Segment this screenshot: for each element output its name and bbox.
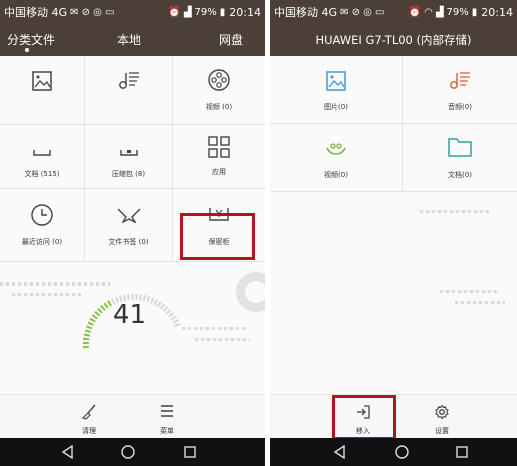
alarm-icon: ⏰ bbox=[408, 6, 422, 18]
menu-button[interactable]: 菜单 bbox=[147, 395, 187, 439]
recent-apps-icon[interactable] bbox=[182, 444, 198, 460]
battery-icon: ▮ bbox=[471, 6, 478, 18]
clean-label: 清理 bbox=[82, 427, 96, 435]
category-recent[interactable]: 最近访问 (0) bbox=[0, 189, 85, 262]
render-artifact bbox=[195, 338, 250, 341]
category-bookmarks[interactable]: 文件书签 (0) bbox=[85, 189, 173, 262]
video-reel-icon bbox=[208, 69, 230, 91]
title-header: HUAWEI G7-TL00 (内部存储) bbox=[270, 24, 517, 56]
tab-local[interactable]: 本地 bbox=[117, 31, 141, 48]
category-label: 图片(0) bbox=[324, 103, 348, 111]
category-audio[interactable]: 音频(0) bbox=[403, 56, 517, 124]
active-tab-indicator bbox=[25, 48, 29, 52]
highlight-box-move-in bbox=[332, 395, 396, 440]
carrier-label: 中国移动 4G bbox=[4, 6, 68, 19]
page-title: HUAWEI G7-TL00 (内部存储) bbox=[315, 33, 472, 47]
battery-percent: 79% bbox=[194, 6, 217, 18]
alarm-icon: ⏰ bbox=[168, 6, 181, 18]
folder-icon bbox=[448, 138, 472, 157]
render-artifact bbox=[420, 210, 490, 213]
music-icon bbox=[118, 72, 139, 89]
home-icon[interactable] bbox=[120, 444, 136, 460]
battery-percent: 79% bbox=[446, 6, 469, 18]
category-apps[interactable]: 应用 bbox=[173, 125, 265, 189]
wifi-icon: ◠ bbox=[424, 6, 433, 18]
bottom-toolbar: 清理 菜单 bbox=[0, 394, 265, 439]
category-documents[interactable]: 文档(0) bbox=[403, 124, 517, 192]
render-artifact bbox=[12, 293, 82, 296]
tab-category-files[interactable]: 分类文件 bbox=[7, 31, 55, 48]
signal-icon: ▟ bbox=[435, 6, 444, 18]
circle-decoration bbox=[236, 272, 265, 312]
image-icon bbox=[326, 71, 346, 91]
render-artifact bbox=[440, 290, 500, 293]
category-music[interactable] bbox=[85, 56, 173, 125]
category-images[interactable] bbox=[0, 56, 85, 125]
settings-gear-icon bbox=[435, 404, 449, 420]
right-phone-screen: 中国移动 4G ✉ ⊘ ◎ ▭ ⏰ ◠ ▟ 79% ▮ 20:14 HUAWEI… bbox=[270, 0, 517, 466]
system-nav-bar bbox=[270, 438, 517, 466]
category-videos[interactable]: 视频(0) bbox=[270, 124, 403, 192]
status-bar: 中国移动 4G ✉ ⊘ ◎ ▭ ⏰ ▟ 79% ▮ 20:14 bbox=[0, 0, 265, 24]
status-bar: 中国移动 4G ✉ ⊘ ◎ ▭ ⏰ ◠ ▟ 79% ▮ 20:14 bbox=[270, 0, 517, 24]
clock-icon bbox=[31, 204, 53, 226]
render-artifact bbox=[455, 301, 505, 304]
video-icon bbox=[326, 143, 346, 155]
clock-time: 20:14 bbox=[229, 5, 261, 19]
music-icon bbox=[450, 72, 470, 89]
storage-percent-value: 41 bbox=[113, 300, 147, 330]
apps-grid-icon bbox=[208, 136, 230, 158]
broom-icon bbox=[81, 404, 96, 420]
category-label: 文件书签 (0) bbox=[108, 238, 149, 246]
category-label: 视频 (0) bbox=[205, 103, 233, 111]
category-images[interactable]: 图片(0) bbox=[270, 56, 403, 124]
render-artifact bbox=[182, 327, 247, 330]
image-icon bbox=[32, 71, 52, 91]
signal-icon: ▟ bbox=[183, 6, 192, 18]
recent-apps-icon[interactable] bbox=[454, 444, 470, 460]
category-label: 文档 (515) bbox=[24, 170, 60, 178]
category-archives[interactable]: 压缩包 (8) bbox=[85, 125, 173, 189]
star-bookmark-icon bbox=[117, 208, 140, 223]
category-label: 文档(0) bbox=[448, 171, 472, 179]
back-icon[interactable] bbox=[60, 444, 76, 460]
storage-category-grid: 图片(0) 音频(0) 视频(0) 文档(0) bbox=[270, 56, 517, 192]
home-icon[interactable] bbox=[394, 444, 410, 460]
battery-icon: ▮ bbox=[219, 6, 226, 18]
highlight-box-safe bbox=[180, 213, 255, 260]
category-videos[interactable]: 视频 (0) bbox=[173, 56, 265, 125]
tab-cloud[interactable]: 网盘 bbox=[219, 31, 243, 48]
category-label: 最近访问 (0) bbox=[21, 238, 63, 246]
category-label: 压缩包 (8) bbox=[111, 170, 146, 178]
tab-header: 分类文件 本地 网盘 bbox=[0, 24, 265, 56]
category-label: 应用 bbox=[212, 168, 226, 176]
notification-icons: ✉ ⊘ ◎ ▭ bbox=[340, 6, 385, 18]
menu-icon bbox=[161, 405, 173, 417]
settings-label: 设置 bbox=[435, 427, 449, 435]
archive-icon bbox=[119, 150, 138, 156]
system-nav-bar bbox=[0, 438, 265, 466]
back-icon[interactable] bbox=[332, 444, 348, 460]
document-icon bbox=[33, 150, 51, 156]
category-label: 音频(0) bbox=[448, 103, 472, 111]
category-documents[interactable]: 文档 (515) bbox=[0, 125, 85, 189]
left-phone-screen: 中国移动 4G ✉ ⊘ ◎ ▭ ⏰ ▟ 79% ▮ 20:14 分类文件 本地 … bbox=[0, 0, 265, 466]
menu-label: 菜单 bbox=[160, 427, 174, 435]
category-label: 视频(0) bbox=[324, 171, 348, 179]
carrier-label: 中国移动 4G bbox=[274, 6, 338, 19]
clean-button[interactable]: 清理 bbox=[69, 395, 109, 439]
settings-button[interactable]: 设置 bbox=[422, 395, 462, 439]
notification-icons: ✉ ⊘ ◎ ▭ bbox=[70, 6, 115, 18]
storage-area: 41 bbox=[0, 262, 265, 394]
clock-time: 20:14 bbox=[481, 5, 513, 19]
